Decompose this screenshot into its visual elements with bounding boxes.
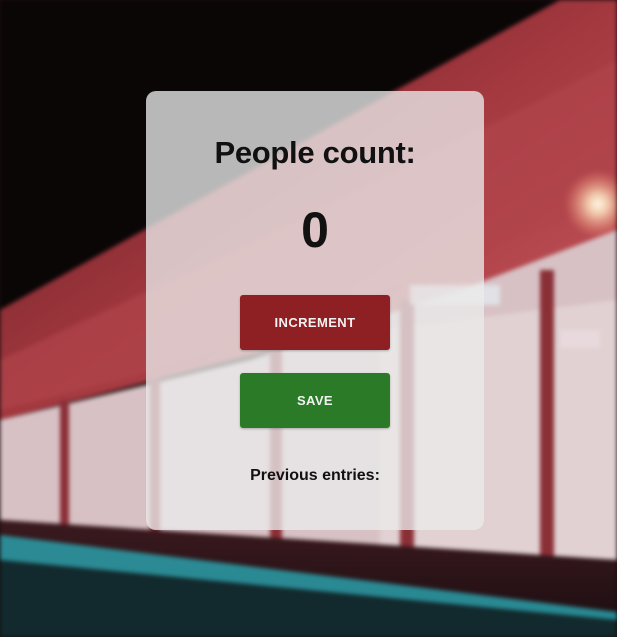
page-title: People count: — [214, 135, 416, 170]
count-display: 0 — [301, 202, 329, 258]
counter-card: People count: 0 INCREMENT SAVE Previous … — [146, 91, 484, 530]
save-button[interactable]: SAVE — [240, 373, 390, 428]
increment-button[interactable]: INCREMENT — [240, 295, 390, 350]
previous-entries-label: Previous entries: — [250, 467, 380, 484]
